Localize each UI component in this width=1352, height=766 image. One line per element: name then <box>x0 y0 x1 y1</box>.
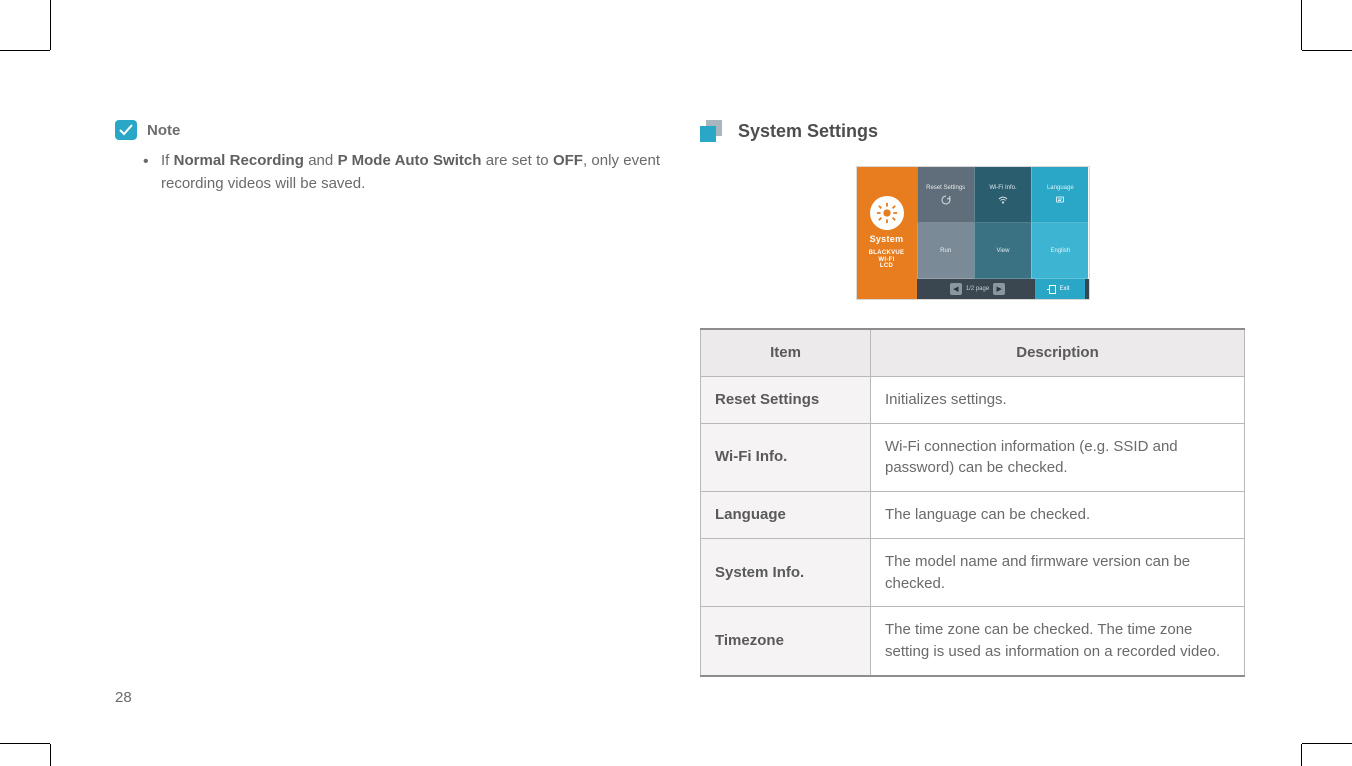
next-arrow-icon[interactable]: ▶ <box>993 283 1005 295</box>
page-number: 28 <box>115 689 132 706</box>
row-desc: The model name and firmware version can … <box>871 538 1245 607</box>
note-list: If Normal Recording and P Mode Auto Swit… <box>143 150 660 195</box>
note-item: If Normal Recording and P Mode Auto Swit… <box>143 150 660 195</box>
note-text: and <box>304 152 338 169</box>
row-item: Language <box>701 492 871 539</box>
crop-mark <box>1302 50 1352 51</box>
table-row: Language The language can be checked. <box>701 492 1245 539</box>
table-header-row: Item Description <box>701 329 1245 376</box>
crop-mark <box>1301 744 1302 766</box>
exit-label: Exit <box>1059 286 1069 292</box>
device-nav-bar: ◀ 1/2 page ▶ Exit <box>917 279 1089 299</box>
crop-mark <box>50 0 51 50</box>
row-desc: Wi-Fi connection information (e.g. SSID … <box>871 423 1245 492</box>
row-item: System Info. <box>701 538 871 607</box>
crop-mark <box>1302 743 1352 744</box>
tile-language[interactable]: Language <box>1031 167 1088 223</box>
tile-label: Run <box>940 248 951 254</box>
tile-wifi-info[interactable]: Wi-Fi Info. <box>974 167 1031 223</box>
tile-label: Wi-Fi Info. <box>989 185 1016 191</box>
col-item: Item <box>701 329 871 376</box>
crop-mark <box>1301 0 1302 50</box>
device-brand: BLACKVUE WI-FI LCD <box>869 250 905 270</box>
row-desc: The time zone can be checked. The time z… <box>871 607 1245 676</box>
tile-reset-settings[interactable]: Reset Settings <box>917 167 974 223</box>
wifi-icon <box>998 195 1008 205</box>
left-column: Note If Normal Recording and P Mode Auto… <box>115 120 660 700</box>
row-desc: Initializes settings. <box>871 376 1245 423</box>
language-icon <box>1055 195 1065 205</box>
tile-label: Reset Settings <box>926 185 965 191</box>
crop-mark <box>0 50 50 51</box>
table-row: Timezone The time zone can be checked. T… <box>701 607 1245 676</box>
row-item: Reset Settings <box>701 376 871 423</box>
note-bold: Normal Recording <box>174 152 304 169</box>
pager-label: 1/2 page <box>966 286 989 292</box>
gear-icon <box>870 196 904 230</box>
note-bold: OFF <box>553 152 583 169</box>
table-row: Reset Settings Initializes settings. <box>701 376 1245 423</box>
row-item: Timezone <box>701 607 871 676</box>
row-desc: The language can be checked. <box>871 492 1245 539</box>
device-main: Reset Settings Wi-Fi Info. Language <box>917 167 1089 299</box>
device-grid: Reset Settings Wi-Fi Info. Language <box>917 167 1089 279</box>
exit-icon <box>1049 285 1056 294</box>
row-item: Wi-Fi Info. <box>701 423 871 492</box>
section-icon <box>700 120 724 142</box>
crop-mark <box>50 744 51 766</box>
tile-english[interactable]: English <box>1031 223 1088 279</box>
tile-label: View <box>997 248 1010 254</box>
tile-label: English <box>1050 248 1070 254</box>
device-side-label: System <box>870 234 904 244</box>
prev-arrow-icon[interactable]: ◀ <box>950 283 962 295</box>
pager: ◀ 1/2 page ▶ <box>921 283 1035 295</box>
check-icon <box>115 120 137 140</box>
table-row: Wi-Fi Info. Wi-Fi connection information… <box>701 423 1245 492</box>
note-text: If <box>161 152 174 169</box>
device-sidebar: System BLACKVUE WI-FI LCD <box>857 167 917 299</box>
settings-table: Item Description Reset Settings Initiali… <box>700 328 1245 677</box>
refresh-icon <box>941 195 951 205</box>
tile-view[interactable]: View <box>974 223 1031 279</box>
crop-mark <box>0 743 50 744</box>
section-title: System Settings <box>738 121 878 142</box>
note-bold: P Mode Auto Switch <box>338 152 482 169</box>
exit-button[interactable]: Exit <box>1035 279 1085 299</box>
col-description: Description <box>871 329 1245 376</box>
device-frame: System BLACKVUE WI-FI LCD Reset Settings… <box>856 166 1090 300</box>
tile-label: Language <box>1047 185 1074 191</box>
right-column: System Settings System BLACKVUE WI-FI LC… <box>700 120 1245 700</box>
tile-run[interactable]: Run <box>917 223 974 279</box>
note-label: Note <box>147 122 180 139</box>
note-text: are set to <box>481 152 553 169</box>
table-row: System Info. The model name and firmware… <box>701 538 1245 607</box>
device-screenshot: System BLACKVUE WI-FI LCD Reset Settings… <box>700 166 1245 300</box>
note-heading: Note <box>115 120 660 140</box>
section-heading: System Settings <box>700 120 1245 142</box>
